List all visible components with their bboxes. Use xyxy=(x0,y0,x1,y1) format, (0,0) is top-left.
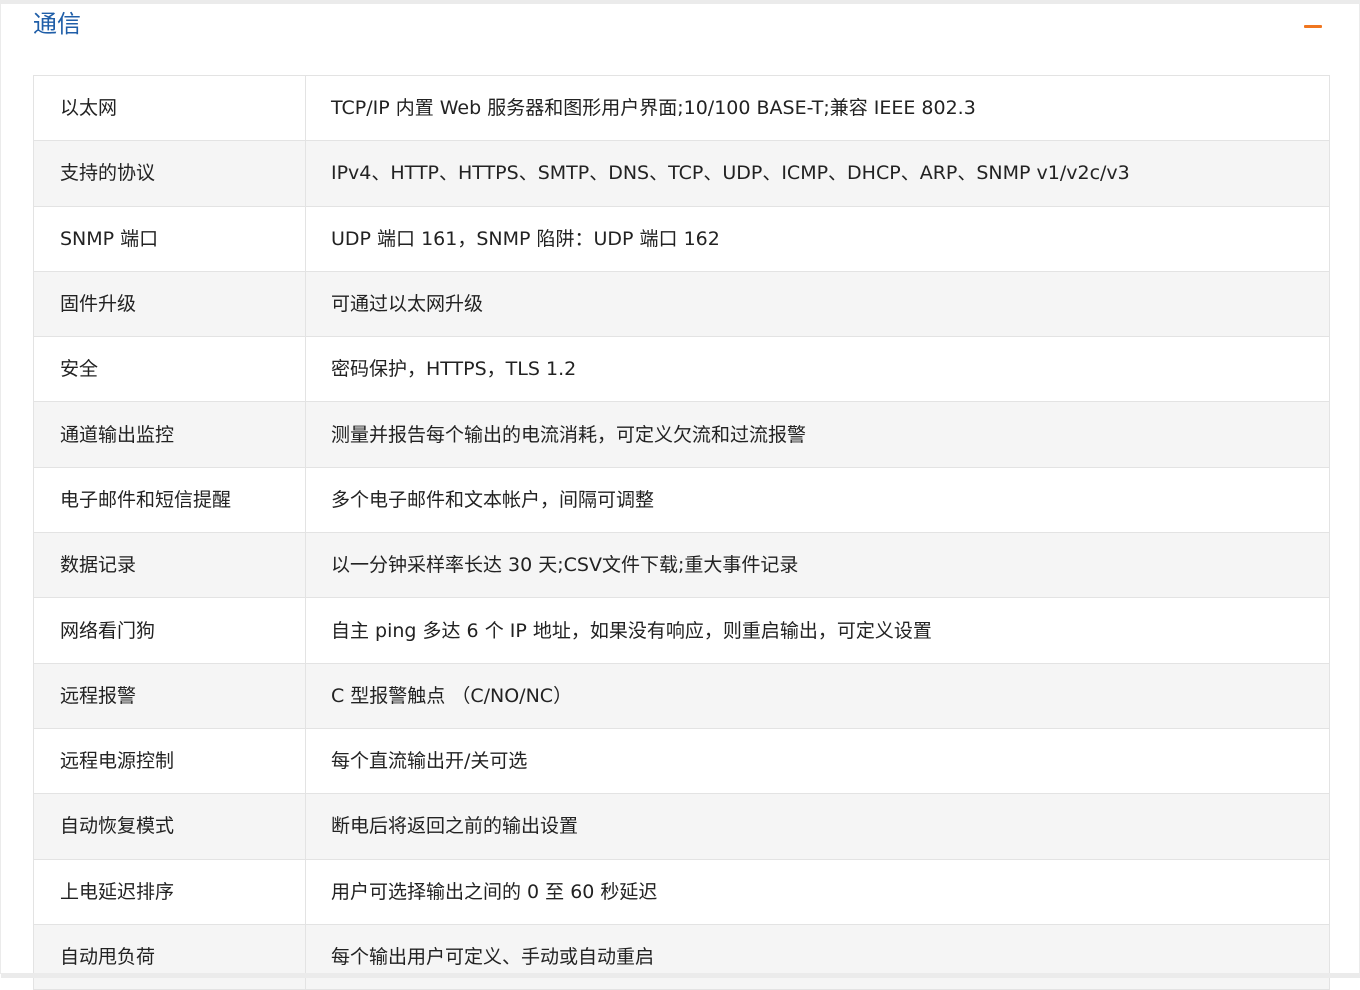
spec-value: 自主 ping 多达 6 个 IP 地址，如果没有响应，则重启输出，可定义设置 xyxy=(305,597,1330,664)
spec-key: 通道输出监控 xyxy=(33,401,306,468)
spec-value: TCP/IP 内置 Web 服务器和图形用户界面;10/100 BASE-T;兼… xyxy=(305,74,1330,142)
spec-key: 支持的协议 xyxy=(33,140,306,207)
spec-value: 测量并报告每个输出的电流消耗，可定义欠流和过流报警 xyxy=(305,401,1330,468)
table-row: SNMP 端口 UDP 端口 161，SNMP 陷阱：UDP 端口 162 xyxy=(33,205,1330,272)
spec-key: 电子邮件和短信提醒 xyxy=(33,466,306,534)
spec-panel: 通信 以太网 TCP/IP 内置 Web 服务器和图形用户界面;10/100 BA… xyxy=(0,0,1360,990)
spec-key: 远程报警 xyxy=(33,662,306,729)
spec-key: 数据记录 xyxy=(33,532,306,599)
spec-key: 固件升级 xyxy=(33,270,306,338)
spec-key: 网络看门狗 xyxy=(33,597,306,664)
table-row: 远程电源控制 每个直流输出开/关可选 xyxy=(33,727,1330,795)
table-row: 远程报警 C 型报警触点 （C/NO/NC） xyxy=(33,662,1330,729)
spec-value: IPv4、HTTP、HTTPS、SMTP、DNS、TCP、UDP、ICMP、DH… xyxy=(305,140,1330,207)
spec-key: SNMP 端口 xyxy=(33,205,306,272)
table-row: 自动恢复模式 断电后将返回之前的输出设置 xyxy=(33,793,1330,860)
table-row: 网络看门狗 自主 ping 多达 6 个 IP 地址，如果没有响应，则重启输出，可… xyxy=(33,597,1330,664)
spec-key: 安全 xyxy=(33,336,306,403)
spec-value: 多个电子邮件和文本帐户，间隔可调整 xyxy=(305,466,1330,534)
spec-value: 可通过以太网升级 xyxy=(305,270,1330,338)
table-row: 上电延迟排序 用户可选择输出之间的 0 至 60 秒延迟 xyxy=(33,858,1330,925)
spec-value: C 型报警触点 （C/NO/NC） xyxy=(305,662,1330,729)
spec-key: 自动恢复模式 xyxy=(33,793,306,860)
section-title: 通信 xyxy=(33,10,81,38)
table-row: 以太网 TCP/IP 内置 Web 服务器和图形用户界面;10/100 BASE-… xyxy=(33,74,1330,142)
panel-header[interactable]: 通信 xyxy=(1,4,1359,68)
spec-key: 以太网 xyxy=(33,74,306,142)
spec-value: 断电后将返回之前的输出设置 xyxy=(305,793,1330,860)
collapse-button[interactable] xyxy=(1301,14,1325,38)
spec-table: 以太网 TCP/IP 内置 Web 服务器和图形用户界面;10/100 BASE-… xyxy=(33,74,1330,990)
table-row: 通道输出监控 测量并报告每个输出的电流消耗，可定义欠流和过流报警 xyxy=(33,401,1330,468)
spec-key: 自动甩负荷 xyxy=(33,923,306,990)
spec-value: 每个直流输出开/关可选 xyxy=(305,727,1330,795)
table-row: 固件升级 可通过以太网升级 xyxy=(33,270,1330,338)
spec-table-body: 以太网 TCP/IP 内置 Web 服务器和图形用户界面;10/100 BASE-… xyxy=(33,74,1330,990)
table-row: 自动甩负荷 每个输出用户可定义、手动或自动重启 xyxy=(33,923,1330,990)
table-row: 支持的协议 IPv4、HTTP、HTTPS、SMTP、DNS、TCP、UDP、IC… xyxy=(33,140,1330,207)
spec-key: 上电延迟排序 xyxy=(33,858,306,925)
spec-value: 以一分钟采样率长达 30 天;CSV文件下载;重大事件记录 xyxy=(305,532,1330,599)
spec-value: UDP 端口 161，SNMP 陷阱：UDP 端口 162 xyxy=(305,205,1330,272)
table-row: 安全 密码保护，HTTPS，TLS 1.2 xyxy=(33,336,1330,403)
table-row: 数据记录 以一分钟采样率长达 30 天;CSV文件下载;重大事件记录 xyxy=(33,532,1330,599)
spec-value: 密码保护，HTTPS，TLS 1.2 xyxy=(305,336,1330,403)
spec-value: 每个输出用户可定义、手动或自动重启 xyxy=(305,923,1330,990)
table-row: 电子邮件和短信提醒 多个电子邮件和文本帐户，间隔可调整 xyxy=(33,466,1330,534)
spec-value: 用户可选择输出之间的 0 至 60 秒延迟 xyxy=(305,858,1330,925)
spec-key: 远程电源控制 xyxy=(33,727,306,795)
minus-icon xyxy=(1304,25,1322,28)
